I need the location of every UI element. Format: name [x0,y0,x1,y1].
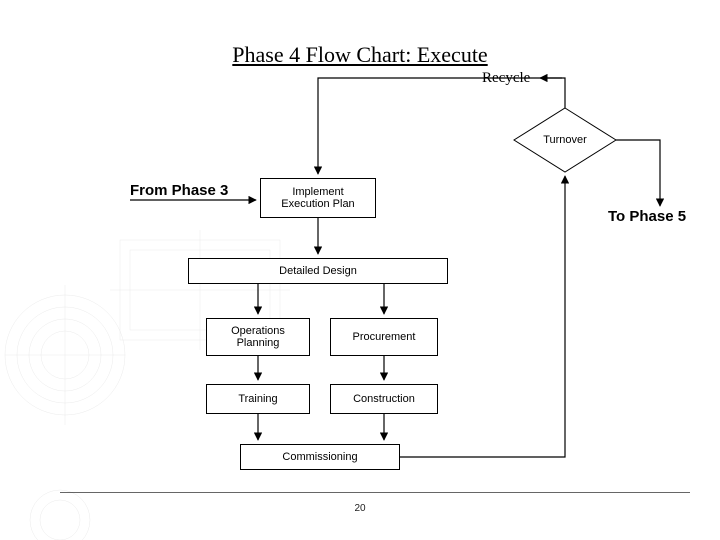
node-procurement: Procurement [330,318,438,356]
node-commissioning: Commissioning [240,444,400,470]
to-phase-label: To Phase 5 [608,208,686,225]
page-number: 20 [0,503,720,514]
node-implement: Implement Execution Plan [260,178,376,218]
from-phase-label: From Phase 3 [130,182,228,199]
recycle-label: Recycle [482,70,530,87]
node-ops: Operations Planning [206,318,310,356]
footer-rule [60,492,690,493]
flowchart-canvas: { "title": "Phase 4 Flow Chart: Execute"… [0,0,720,540]
node-detailed: Detailed Design [188,258,448,284]
chart-title: Phase 4 Flow Chart: Execute [0,42,720,68]
node-turnover: Turnover [514,108,616,172]
node-construction: Construction [330,384,438,414]
node-training: Training [206,384,310,414]
